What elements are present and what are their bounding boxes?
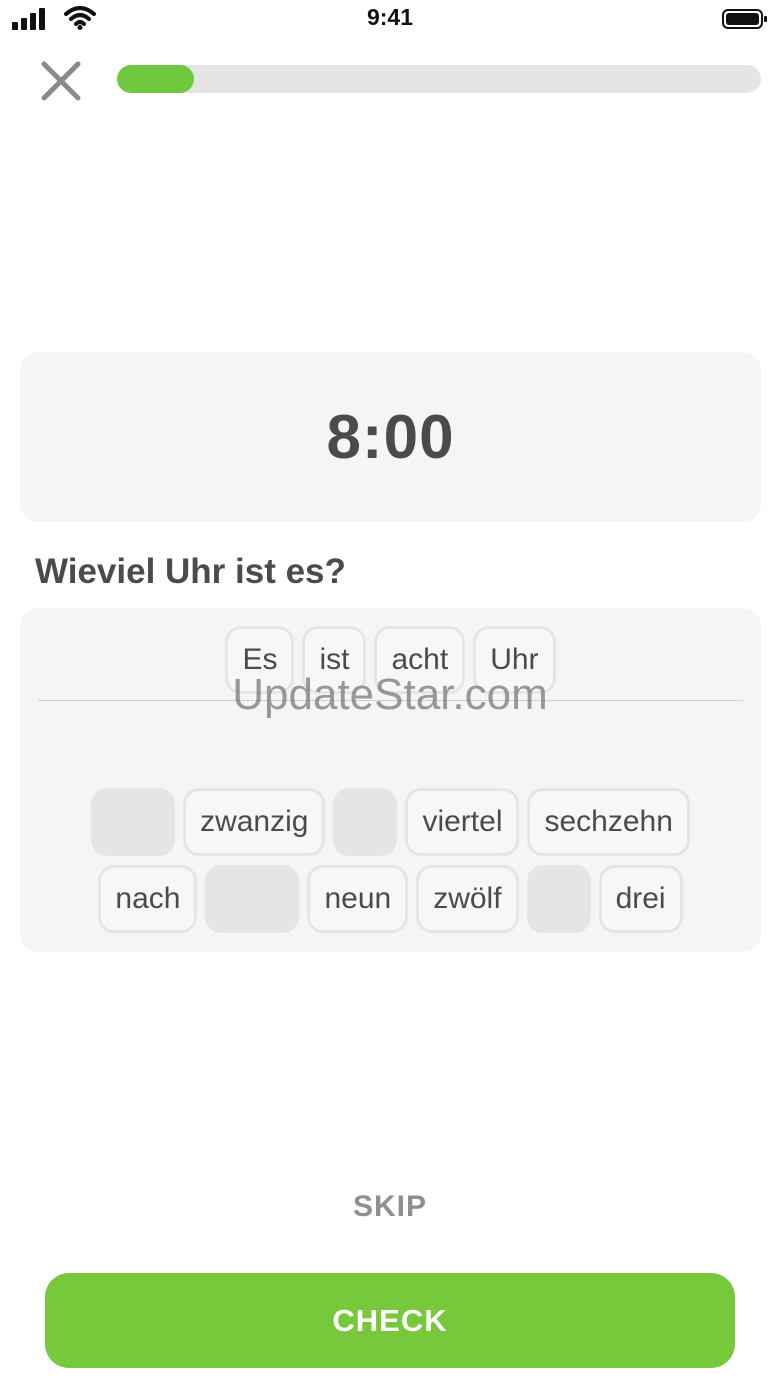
word-bank-chip[interactable]: sechzehn [527, 788, 690, 856]
check-button[interactable]: CHECK [45, 1273, 735, 1368]
word-bank-slot-empty [91, 788, 176, 856]
word-bank-row-2: nach neun zwölf drei [20, 865, 761, 933]
answer-line [38, 700, 743, 701]
word-bank-slot-empty [333, 788, 398, 856]
word-bank-slot-empty [526, 865, 591, 933]
prompt-card: 8:00 [20, 352, 761, 522]
word-bank-chip[interactable]: viertel [405, 788, 520, 856]
word-bank-chip[interactable]: zwanzig [183, 788, 326, 856]
answer-area: Es ist acht Uhr zwanzig viertel sechzehn nach… [20, 608, 761, 952]
skip-button[interactable]: SKIP [0, 1190, 780, 1224]
selected-word-chip[interactable]: acht [374, 626, 466, 694]
word-bank-row-1: zwanzig viertel sechzehn [20, 788, 761, 856]
close-icon [41, 61, 81, 101]
selected-word-chip[interactable]: Uhr [473, 626, 556, 694]
selected-word-chip[interactable]: ist [302, 626, 367, 694]
lesson-progress-fill [117, 65, 195, 93]
selected-words: Es ist acht Uhr [20, 626, 761, 694]
word-bank-slot-empty [205, 865, 300, 933]
word-bank-chip[interactable]: zwölf [416, 865, 519, 933]
battery-icon [722, 9, 767, 29]
word-bank-chip[interactable]: neun [307, 865, 409, 933]
selected-word-chip[interactable]: Es [225, 626, 295, 694]
status-bar: 9:41 [0, 0, 780, 40]
word-bank-chip[interactable]: drei [598, 865, 683, 933]
status-time: 9:41 [366, 4, 414, 30]
prompt-time: 8:00 [326, 402, 455, 472]
question-text: Wieviel Uhr ist es? [35, 552, 346, 591]
word-bank-chip[interactable]: nach [98, 865, 198, 933]
lesson-progress-bar [117, 65, 761, 93]
close-button[interactable] [38, 58, 84, 104]
